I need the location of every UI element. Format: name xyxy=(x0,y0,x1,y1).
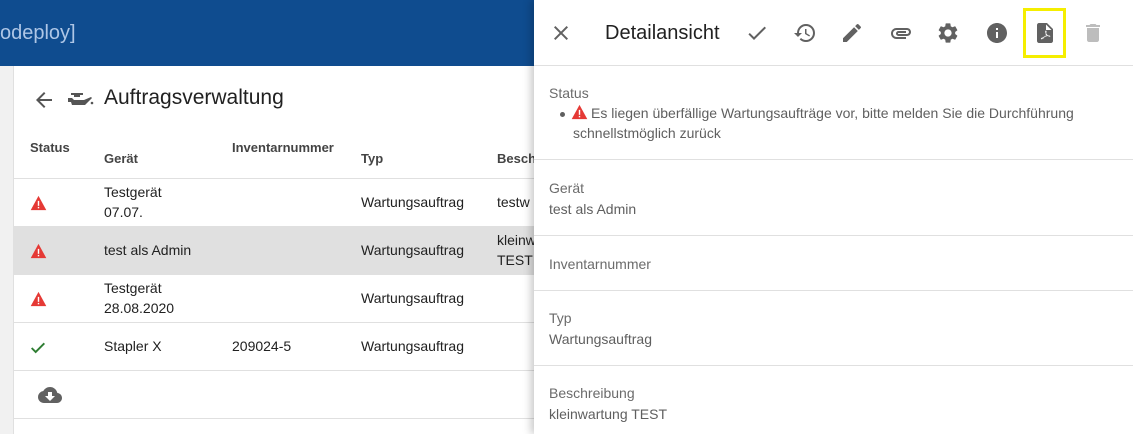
detail-panel: Detailansicht Status Es liegen überfälli… xyxy=(534,0,1133,434)
beschreibung-cell: testw xyxy=(497,178,534,227)
orders-table: Status Gerät Inventarnummer Typ Beschr T… xyxy=(14,132,534,419)
oil-can-icon xyxy=(66,88,94,112)
inventar-cell xyxy=(232,178,361,227)
geraet-cell: Testgerät 07.07. xyxy=(104,178,232,227)
geraet-line-1: Testgerät xyxy=(104,184,162,200)
status-cell xyxy=(14,226,104,275)
inventarnummer-section: Inventarnummer xyxy=(534,236,1133,291)
geraet-line-2: 07.07. xyxy=(104,204,143,220)
beschreibung-line-1: kleinw xyxy=(497,232,534,248)
column-header-beschreibung[interactable]: Beschr xyxy=(497,132,534,179)
warning-icon xyxy=(30,292,47,307)
warning-icon xyxy=(30,196,47,211)
typ-cell: Wartungsauftrag xyxy=(361,322,497,371)
history-icon[interactable] xyxy=(793,21,817,45)
beschreibung-section: Beschreibung kleinwartung TEST xyxy=(534,366,1133,434)
geraet-cell: test als Admin xyxy=(104,226,232,275)
typ-cell: Wartungsauftrag xyxy=(361,274,497,323)
typ-cell: Wartungsauftrag xyxy=(361,178,497,227)
table-row[interactable]: Stapler X 209024-5 Wartungsauftrag xyxy=(14,322,534,371)
cloud-download-icon[interactable] xyxy=(38,386,62,404)
warning-icon xyxy=(30,244,47,259)
download-row xyxy=(14,370,534,419)
typ-value: Wartungsauftrag xyxy=(549,331,652,347)
geraet-line-1: Stapler X xyxy=(104,338,162,354)
bullet xyxy=(560,111,565,117)
info-icon[interactable] xyxy=(985,21,1009,45)
check-icon[interactable] xyxy=(745,21,769,45)
geraet-label: Gerät xyxy=(549,180,585,196)
left-scroll-strip xyxy=(0,66,14,434)
beschreibung-cell xyxy=(497,322,534,371)
typ-label: Typ xyxy=(549,310,572,326)
geraet-line-1: Testgerät xyxy=(104,280,162,296)
status-message: Es liegen überfällige Wartungsaufträge v… xyxy=(560,103,1120,143)
beschreibung-line-1: testw xyxy=(497,194,530,210)
app-bar: odeploy] xyxy=(0,0,534,66)
table-header-row: Status Gerät Inventarnummer Typ Beschr xyxy=(14,132,534,179)
warning-icon xyxy=(571,104,588,120)
geraet-value: test als Admin xyxy=(549,201,637,217)
download-cell xyxy=(14,370,534,419)
pdf-icon[interactable] xyxy=(1033,21,1057,45)
beschreibung-label: Beschreibung xyxy=(549,385,635,401)
beschreibung-line-2: TEST xyxy=(497,252,533,268)
status-label: Status xyxy=(549,85,589,101)
column-header-typ[interactable]: Typ xyxy=(361,132,497,179)
beschreibung-cell xyxy=(497,274,534,323)
geraet-cell: Stapler X xyxy=(104,322,232,371)
status-cell xyxy=(14,178,104,227)
beschreibung-cell: kleinw TEST xyxy=(497,226,534,275)
status-message-line-2: schnellstmöglich zurück xyxy=(573,125,721,141)
inventar-cell: 209024-5 xyxy=(232,322,361,371)
attachment-icon[interactable] xyxy=(889,21,913,45)
column-header-inventarnummer[interactable]: Inventarnummer xyxy=(232,132,361,179)
status-message-line-1: Es liegen überfällige Wartungsaufträge v… xyxy=(591,105,1074,121)
inventar-cell xyxy=(232,226,361,275)
detail-toolbar: Detailansicht xyxy=(534,0,1133,66)
typ-cell: Wartungsauftrag xyxy=(361,226,497,275)
back-arrow-icon[interactable] xyxy=(32,88,56,112)
column-header-status[interactable]: Status xyxy=(14,132,104,179)
table-row[interactable]: Testgerät 28.08.2020 Wartungsauftrag xyxy=(14,274,534,323)
typ-section: Typ Wartungsauftrag xyxy=(534,291,1133,366)
geraet-section: Gerät test als Admin xyxy=(534,160,1133,236)
close-icon[interactable] xyxy=(549,21,573,45)
delete-icon[interactable] xyxy=(1081,21,1105,45)
status-section: Status Es liegen überfällige Wartungsauf… xyxy=(534,66,1133,160)
status-cell xyxy=(14,274,104,323)
column-header-geraet[interactable]: Gerät xyxy=(104,132,232,179)
settings-icon[interactable] xyxy=(936,21,960,45)
page-header: Auftragsverwaltung xyxy=(14,66,534,132)
table-row[interactable]: Testgerät 07.07. Wartungsauftrag testw xyxy=(14,178,534,227)
edit-icon[interactable] xyxy=(840,21,864,45)
beschreibung-value: kleinwartung TEST xyxy=(549,406,668,422)
page-title: Auftragsverwaltung xyxy=(104,86,284,109)
table-row-selected[interactable]: test als Admin Wartungsauftrag kleinw TES… xyxy=(14,226,534,275)
check-icon xyxy=(31,342,45,354)
inventar-cell xyxy=(232,274,361,323)
inventarnummer-label: Inventarnummer xyxy=(549,256,651,272)
app-title: odeploy] xyxy=(0,22,76,44)
geraet-line-2: 28.08.2020 xyxy=(104,300,175,316)
geraet-cell: Testgerät 28.08.2020 xyxy=(104,274,232,323)
detail-title: Detailansicht xyxy=(605,22,720,44)
geraet-line-1: test als Admin xyxy=(104,242,192,258)
main-content: Auftragsverwaltung Status Gerät Inventar… xyxy=(14,66,534,434)
status-cell xyxy=(14,322,104,371)
